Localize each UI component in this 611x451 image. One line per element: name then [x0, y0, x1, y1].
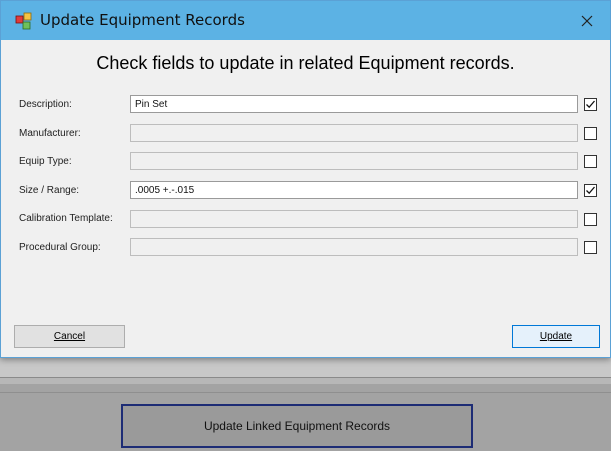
- manufacturer-field[interactable]: [130, 124, 578, 142]
- equip-type-label: Equip Type:: [19, 156, 72, 167]
- background-band: [0, 378, 611, 384]
- update-button-label: Update: [539, 331, 573, 342]
- update-equipment-dialog: Update Equipment Records Check fields to…: [0, 0, 611, 358]
- equip-type-checkbox[interactable]: [584, 155, 597, 168]
- close-button[interactable]: [564, 1, 610, 40]
- calibration-template-checkbox[interactable]: [584, 213, 597, 226]
- app-icon: [15, 12, 33, 30]
- checkmark-icon: [586, 100, 595, 109]
- size-range-field[interactable]: .0005 +.-.015: [130, 181, 578, 199]
- calibration-template-label: Calibration Template:: [19, 213, 113, 224]
- manufacturer-label: Manufacturer:: [19, 128, 81, 139]
- description-field[interactable]: Pin Set: [130, 95, 578, 113]
- description-checkbox[interactable]: [584, 98, 597, 111]
- description-label: Description:: [19, 99, 72, 110]
- cancel-button-label: Cancel: [53, 331, 86, 342]
- background-divider: [0, 392, 611, 393]
- update-linked-equipment-label: Update Linked Equipment Records: [203, 419, 391, 433]
- procedural-group-field[interactable]: [130, 238, 578, 256]
- dialog-titlebar[interactable]: Update Equipment Records: [1, 1, 610, 40]
- background-band: [0, 358, 611, 378]
- calibration-template-field[interactable]: [130, 210, 578, 228]
- update-linked-equipment-button[interactable]: Update Linked Equipment Records: [121, 404, 473, 448]
- manufacturer-checkbox[interactable]: [584, 127, 597, 140]
- size-range-label: Size / Range:: [19, 185, 80, 196]
- procedural-group-checkbox[interactable]: [584, 241, 597, 254]
- cancel-button[interactable]: Cancel: [14, 325, 125, 348]
- update-button[interactable]: Update: [512, 325, 600, 348]
- procedural-group-label: Procedural Group:: [19, 242, 101, 253]
- close-icon: [581, 15, 593, 26]
- dialog-heading: Check fields to update in related Equipm…: [96, 53, 515, 73]
- equip-type-field[interactable]: [130, 152, 578, 170]
- size-range-checkbox[interactable]: [584, 184, 597, 197]
- dialog-title: Update Equipment Records: [40, 11, 245, 29]
- checkmark-icon: [586, 186, 595, 195]
